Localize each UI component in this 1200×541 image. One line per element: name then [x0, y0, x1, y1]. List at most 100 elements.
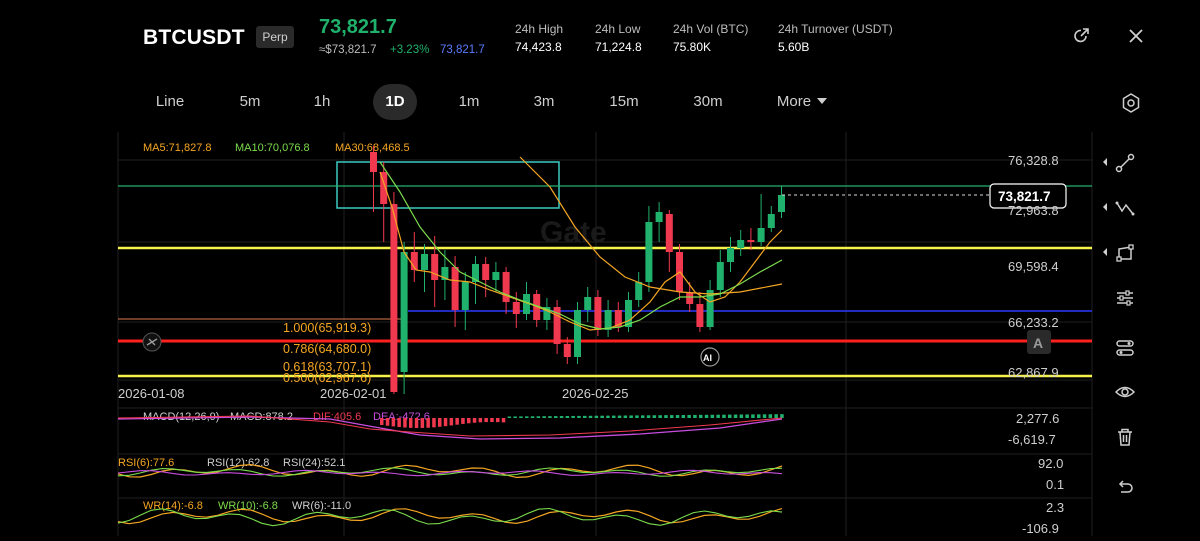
magnet-icon[interactable]	[142, 332, 162, 352]
macd-bar	[449, 418, 454, 426]
macd-bar	[588, 415, 593, 418]
macd-bar	[414, 418, 419, 428]
macd-axis-bottom: -6,619.7	[1008, 432, 1056, 447]
external-link-icon[interactable]	[1071, 26, 1091, 46]
macd-bar	[385, 418, 390, 426]
date-tick: 2026-02-01	[320, 386, 387, 401]
macd-bar	[774, 414, 778, 418]
candle-body	[431, 254, 439, 280]
candle-body	[400, 252, 408, 372]
macd-bar	[670, 415, 674, 418]
macd-bar	[548, 416, 552, 418]
stat-value: 5.60B	[778, 40, 810, 54]
macd-bar	[565, 416, 570, 418]
macd-bar	[583, 415, 587, 418]
candle-body	[492, 272, 500, 280]
macd-bar	[484, 418, 488, 423]
stat-value: 71,224.8	[595, 40, 642, 54]
macd-bar	[571, 415, 575, 418]
macd-bar	[432, 418, 436, 428]
rsi-axis-bottom: 0.1	[1046, 477, 1064, 492]
macd-bar	[635, 415, 639, 418]
candle-body	[451, 267, 459, 310]
expand-caret-icon[interactable]	[1103, 248, 1107, 256]
candle-body	[727, 248, 734, 262]
tab-15m[interactable]: 15m	[602, 84, 646, 120]
candle-body	[716, 262, 724, 290]
macd-bar	[554, 416, 558, 418]
chart-area[interactable]: Gate MA5:71,827.8 MA10:70,076.8 MA30:68,…	[0, 132, 1200, 536]
zigzag-icon[interactable]	[1114, 197, 1136, 219]
drawing-toolbar	[1094, 132, 1200, 536]
last-price: 73,821.7	[319, 16, 397, 38]
rsi-axis-top: 92.0	[1038, 456, 1063, 471]
shape-icon[interactable]	[1114, 242, 1136, 264]
ma5-label: MA5:71,827.8	[143, 142, 212, 154]
date-tick: 2026-01-08	[118, 386, 185, 401]
ticker-header: BTCUSDT Perp 73,821.7 ≈$73,821.7 +3.23% …	[0, 0, 1200, 80]
ma10-label: MA10:70,076.8	[235, 142, 310, 154]
stat-label: 24h Vol (BTC)	[673, 22, 749, 36]
stat-label: 24h High	[515, 22, 564, 36]
settings-sliders-icon[interactable]	[1114, 287, 1136, 309]
interval-tabs: Line 5m 1h 1D 1m 3m 15m 30m More	[0, 84, 1200, 120]
contract-type-badge: Perp	[256, 26, 294, 48]
close-icon[interactable]	[1126, 26, 1146, 46]
candle-body	[686, 292, 694, 304]
macd-bar	[455, 418, 459, 425]
candle-body	[757, 228, 765, 242]
tab-1d[interactable]: 1D	[373, 84, 417, 120]
chart-settings-icon[interactable]	[1120, 92, 1142, 114]
tab-1h[interactable]: 1h	[300, 84, 344, 120]
macd-bar	[687, 414, 691, 418]
wr-axis-top: 2.3	[1046, 500, 1064, 515]
price-tick: 62,867.9	[1008, 365, 1059, 380]
change-percent: +3.23%	[390, 44, 430, 56]
tab-5m[interactable]: 5m	[228, 84, 272, 120]
current-price-tag-text: 73,821.7	[998, 189, 1051, 204]
tab-3m[interactable]: 3m	[522, 84, 566, 120]
wr6-label: WR(6):-11.0	[292, 500, 351, 512]
more-dropdown[interactable]: More	[770, 84, 834, 120]
candlestick-chart[interactable]: Gate MA5:71,827.8 MA10:70,076.8 MA30:68,…	[0, 132, 1200, 536]
macd-axis-top: 2,277.6	[1016, 411, 1059, 426]
fib-label: 1.000(65,919.3)	[283, 321, 371, 335]
wr-axis-bottom: -106.9	[1022, 521, 1059, 536]
undo-icon[interactable]	[1114, 476, 1136, 498]
rsi12-label: RSI(12):62.8	[207, 457, 269, 469]
tab-line[interactable]: Line	[148, 84, 192, 120]
tab-1m[interactable]: 1m	[447, 84, 491, 120]
macd-bar	[501, 418, 506, 423]
macd-bar	[525, 416, 529, 418]
macd-bar	[681, 415, 686, 418]
expand-caret-icon[interactable]	[1103, 158, 1107, 166]
stat-label: 24h Turnover (USDT)	[778, 22, 893, 36]
trash-icon[interactable]	[1114, 426, 1136, 448]
eye-icon[interactable]	[1114, 381, 1136, 403]
ma5-line	[379, 171, 783, 331]
candle-body	[584, 297, 592, 310]
layers-icon[interactable]	[1114, 337, 1136, 359]
stat-24h-high: 24h High 74,423.8	[515, 22, 563, 54]
macd-bar	[780, 414, 784, 418]
stat-value: 74,423.8	[515, 40, 562, 54]
tab-30m[interactable]: 30m	[686, 84, 730, 120]
expand-caret-icon[interactable]	[1103, 203, 1107, 211]
candle-body	[390, 204, 398, 392]
mark-price: 73,821.7	[440, 44, 485, 56]
macd-bar	[467, 418, 471, 424]
macd-bar	[751, 414, 755, 418]
macd-bar	[675, 415, 680, 418]
candle-body	[461, 282, 469, 310]
chevron-down-icon	[817, 98, 828, 104]
macd-bar	[391, 418, 396, 427]
macd-bar	[658, 415, 662, 418]
macd-bar	[397, 418, 401, 428]
trendline-icon[interactable]	[1114, 152, 1136, 174]
symbol-title[interactable]: BTCUSDT	[143, 26, 245, 50]
more-label: More	[776, 93, 812, 110]
macd-bar	[542, 416, 546, 418]
candle-body	[767, 214, 775, 228]
macd-bar	[733, 414, 738, 418]
candle-body	[563, 344, 571, 357]
